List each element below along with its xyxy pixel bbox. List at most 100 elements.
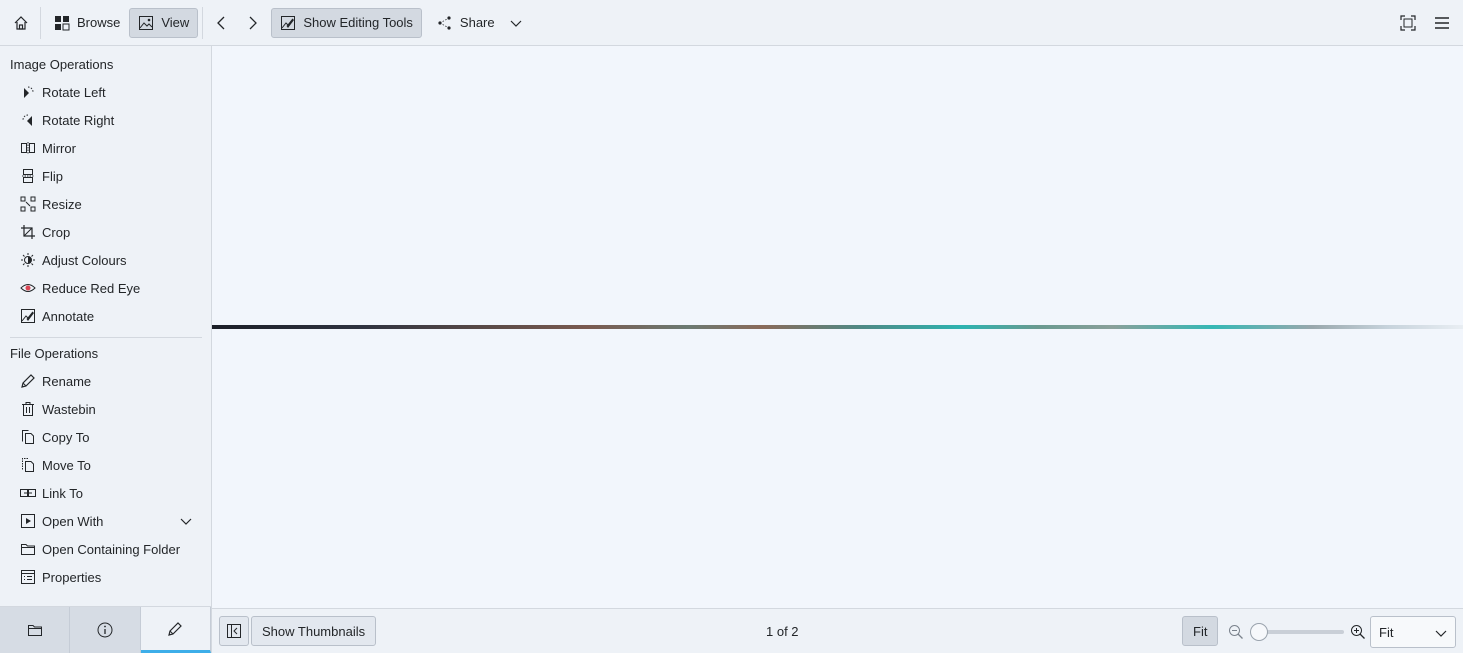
zoom-slider-handle[interactable] [1250,623,1268,641]
chevron-down-icon [1433,625,1449,641]
rotate-right-label: Rotate Right [42,112,115,128]
show-editing-tools-button[interactable]: Show Editing Tools [271,7,422,38]
annotate-icon [20,308,36,324]
wastebin-item[interactable]: Wastebin [20,398,200,420]
reduce-red-eye-item[interactable]: Reduce Red Eye [20,277,200,299]
show-editing-tools-label: Show Editing Tools [303,15,413,30]
image-edit-icon [280,15,296,31]
rename-item[interactable]: Rename [20,370,200,392]
pencil-icon [20,373,36,389]
mirror-label: Mirror [42,140,76,156]
zoom-fit-label: Fit [1193,623,1208,639]
adjust-colours-label: Adjust Colours [42,252,127,268]
displayed-image [212,325,1463,329]
rotate-right-icon [20,112,36,128]
rotate-left-icon [20,84,36,100]
flip-item[interactable]: Flip [20,165,200,187]
folder-icon [20,541,36,557]
properties-label: Properties [42,569,102,585]
share-button[interactable]: Share [428,8,533,38]
eye-icon [20,280,36,296]
page-indicator: 1 of 2 [766,624,799,639]
share-icon [437,15,453,31]
adjust-colours-icon [20,252,36,268]
rotate-left-label: Rotate Left [42,84,106,100]
sidebar: Image Operations Rotate Left Rotate Righ… [0,46,212,653]
zoom-fit-button[interactable]: Fit [1182,616,1219,646]
zoom-level-value: Fit [1379,624,1394,640]
open-containing-folder-label: Open Containing Folder [42,541,181,557]
properties-icon [20,569,36,585]
tab-folders[interactable] [0,607,71,653]
main-toolbar: Browse View Show Editing Tools Share [0,0,1463,46]
flip-label: Flip [42,168,63,184]
trash-icon [20,401,36,417]
toolbar-separator [40,6,41,39]
image-icon [138,15,154,31]
sidebar-divider [10,337,202,338]
view-label: View [161,15,190,30]
annotate-item[interactable]: Annotate [20,305,200,327]
sidebar-tabs [0,606,211,653]
chevron-down-icon [508,15,524,31]
open-with-icon [20,513,36,529]
fullscreen-button[interactable] [1393,8,1423,38]
rename-label: Rename [42,373,92,389]
file-operations-title: File Operations [10,346,99,361]
info-icon [97,622,113,638]
tab-information[interactable] [70,607,141,653]
flip-icon [20,168,36,184]
crop-label: Crop [42,224,71,240]
home-button[interactable] [6,8,36,38]
chevron-left-icon [214,15,230,31]
crop-icon [20,224,36,240]
rotate-left-item[interactable]: Rotate Left [20,81,200,103]
copy-to-label: Copy To [42,429,90,445]
sidebar-collapse-icon [226,623,242,639]
open-containing-folder-item[interactable]: Open Containing Folder [20,538,200,560]
chevron-down-icon[interactable] [178,513,194,529]
chevron-right-icon [244,15,260,31]
pencil-icon [167,621,183,637]
next-button[interactable] [237,8,267,38]
link-icon [20,485,36,501]
adjust-colours-item[interactable]: Adjust Colours [20,249,200,271]
image-operations-title: Image Operations [10,57,114,72]
previous-button[interactable] [207,8,237,38]
move-to-label: Move To [42,457,91,473]
show-thumbnails-button[interactable]: Show Thumbnails [251,616,377,646]
show-thumbnails-label: Show Thumbnails [262,623,366,639]
move-to-item[interactable]: Move To [20,454,200,476]
reduce-red-eye-label: Reduce Red Eye [42,280,141,296]
toggle-sidebar-button[interactable] [219,616,249,646]
zoom-level-select[interactable]: Fit [1370,616,1456,648]
hamburger-menu-icon [1434,15,1450,31]
tab-operations[interactable] [140,607,211,653]
browse-label: Browse [77,15,121,30]
zoom-in-icon[interactable] [1350,624,1366,640]
resize-item[interactable]: Resize [20,193,200,215]
zoom-out-icon[interactable] [1228,624,1244,640]
open-with-label: Open With [42,513,104,529]
mirror-item[interactable]: Mirror [20,137,200,159]
view-button[interactable]: View [129,7,199,38]
resize-label: Resize [42,196,82,212]
link-to-label: Link To [42,485,83,501]
open-with-item[interactable]: Open With [20,510,200,532]
toolbar-separator [202,6,204,39]
properties-item[interactable]: Properties [20,566,200,588]
hamburger-menu-button[interactable] [1427,8,1457,38]
wastebin-label: Wastebin [42,401,96,417]
mirror-icon [20,140,36,156]
crop-item[interactable]: Crop [20,221,200,243]
grid-icon [54,15,70,31]
folder-icon [27,622,43,638]
fullscreen-icon [1400,14,1416,31]
status-bar: Show Thumbnails 1 of 2 Fit Fit [212,608,1463,653]
rotate-right-item[interactable]: Rotate Right [20,109,200,131]
home-icon [13,15,29,31]
link-to-item[interactable]: Link To [20,482,200,504]
browse-button[interactable]: Browse [45,8,129,38]
image-viewer[interactable] [212,46,1463,608]
copy-to-item[interactable]: Copy To [20,426,200,448]
